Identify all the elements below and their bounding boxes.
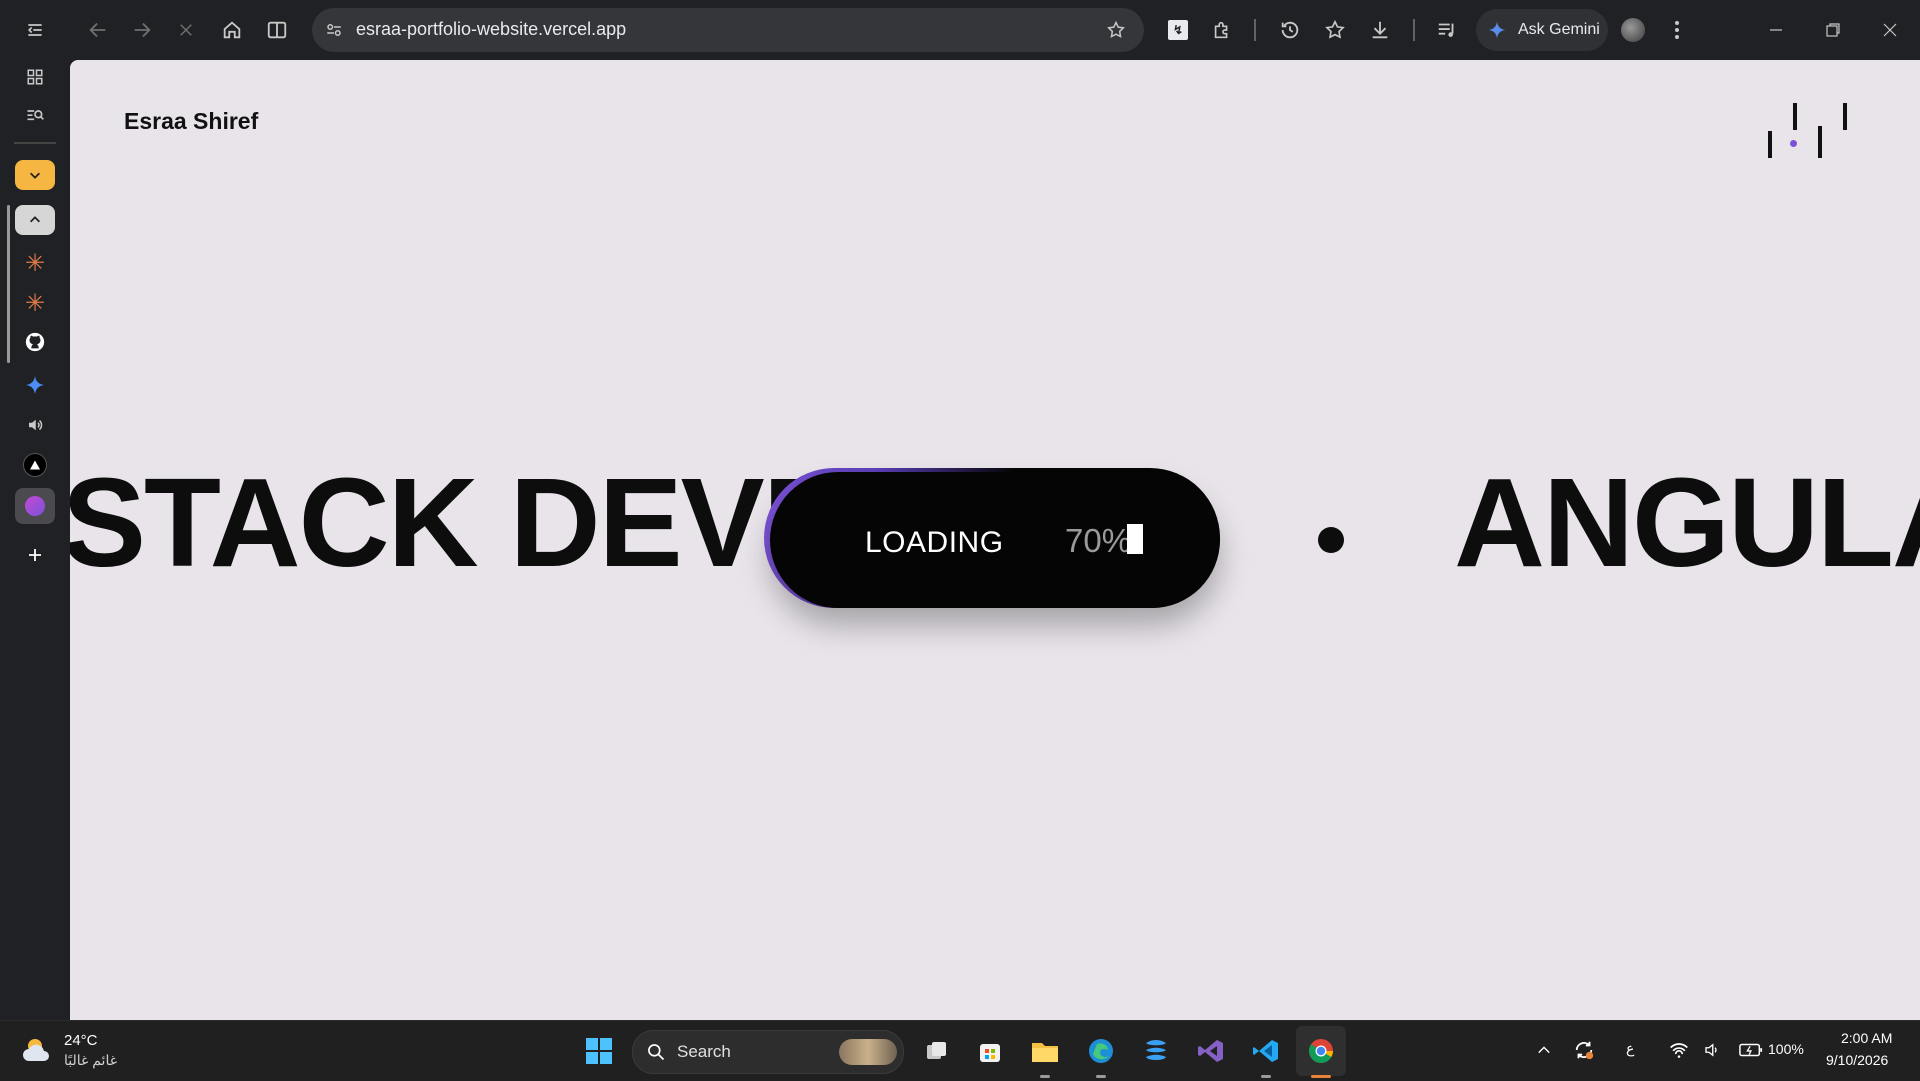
back-icon[interactable] bbox=[80, 12, 116, 48]
site-brand[interactable]: Esraa Shiref bbox=[124, 108, 258, 135]
loading-cursor bbox=[1127, 524, 1143, 554]
tab-group-collapse-icon[interactable] bbox=[15, 160, 55, 190]
address-bar[interactable]: esraa-portfolio-website.vercel.app bbox=[312, 8, 1144, 52]
marquee-separator-dot bbox=[1318, 527, 1344, 553]
restore-icon[interactable] bbox=[1815, 14, 1851, 46]
minimize-icon[interactable] bbox=[1758, 14, 1794, 46]
browser-toolbar: esraa-portfolio-website.vercel.app ↯ Ask… bbox=[0, 0, 1920, 60]
tab-group-indicator bbox=[7, 205, 10, 363]
claude-tab-icon-2[interactable]: ✳ bbox=[20, 288, 50, 318]
keyboard-language[interactable]: ع bbox=[1626, 1040, 1634, 1057]
search-placeholder: Search bbox=[677, 1042, 731, 1061]
profile-avatar[interactable] bbox=[1618, 15, 1648, 45]
loading-label: LOADING bbox=[865, 526, 1004, 559]
github-tab-icon[interactable] bbox=[20, 327, 50, 357]
wifi-icon[interactable] bbox=[1664, 1035, 1694, 1065]
start-windows-icon[interactable] bbox=[580, 1032, 618, 1070]
bar-1 bbox=[1768, 131, 1772, 158]
url-text[interactable]: esraa-portfolio-website.vercel.app bbox=[356, 19, 626, 40]
favorites-icon[interactable] bbox=[1319, 14, 1351, 46]
bar-accent-dot bbox=[1790, 140, 1797, 147]
split-view-icon[interactable] bbox=[259, 12, 295, 48]
download-icon[interactable] bbox=[1364, 14, 1396, 46]
vercel-tab-icon[interactable] bbox=[20, 450, 50, 480]
extensions-puzzle-icon[interactable] bbox=[1206, 14, 1238, 46]
sync-icon[interactable] bbox=[1568, 1033, 1600, 1067]
stop-loading-icon[interactable] bbox=[168, 12, 204, 48]
visual-studio-icon[interactable] bbox=[1192, 1032, 1230, 1070]
search-tabs-icon[interactable] bbox=[18, 100, 52, 132]
battery-percent[interactable]: 100% bbox=[1768, 1041, 1804, 1057]
speaker-tab-icon[interactable] bbox=[20, 410, 50, 440]
close-icon[interactable] bbox=[1872, 14, 1908, 46]
toolbar-divider bbox=[1254, 19, 1256, 41]
home-icon[interactable] bbox=[214, 12, 250, 48]
edge-icon[interactable] bbox=[1082, 1032, 1120, 1070]
show-hidden-icons-icon[interactable] bbox=[1530, 1035, 1558, 1065]
search-icon bbox=[645, 1041, 667, 1063]
windows-taskbar: 24°C غائم غالبًا Search ع 100% 2:00 AM 9… bbox=[0, 1020, 1920, 1081]
battery-icon[interactable] bbox=[1736, 1035, 1766, 1065]
extension-icon[interactable]: ↯ bbox=[1162, 14, 1194, 46]
toolbar-divider bbox=[1413, 19, 1415, 41]
menu-bars-icon[interactable] bbox=[1768, 103, 1858, 159]
media-control-icon[interactable] bbox=[1431, 14, 1463, 46]
chrome-icon[interactable] bbox=[1302, 1032, 1340, 1070]
menu-dots-icon[interactable] bbox=[1662, 14, 1692, 46]
history-icon[interactable] bbox=[1274, 14, 1306, 46]
loading-percent: 70% bbox=[1065, 522, 1132, 559]
sidebar-divider bbox=[14, 142, 56, 144]
chrome-running-indicator bbox=[1311, 1075, 1331, 1078]
bar-2 bbox=[1793, 103, 1797, 130]
store-icon[interactable] bbox=[971, 1032, 1009, 1070]
bookmark-star-icon[interactable] bbox=[1100, 14, 1132, 46]
azure-data-studio-icon[interactable] bbox=[1137, 1032, 1175, 1070]
forward-icon[interactable] bbox=[124, 12, 160, 48]
file-explorer-icon[interactable] bbox=[1026, 1032, 1064, 1070]
search-highlight-image bbox=[839, 1039, 897, 1065]
edge-running-indicator bbox=[1096, 1075, 1106, 1078]
clock-date[interactable]: 9/10/2026 bbox=[1826, 1052, 1888, 1068]
taskbar-search[interactable]: Search bbox=[632, 1030, 904, 1074]
weather-temperature[interactable]: 24°C bbox=[64, 1032, 98, 1049]
ask-gemini-button[interactable]: Ask Gemini bbox=[1476, 9, 1608, 51]
page-viewport: Esraa Shiref STACK DEVE ANGULA LOADING 7… bbox=[70, 60, 1920, 1020]
marquee-text-left: STACK DEVE bbox=[70, 452, 847, 593]
workspaces-icon[interactable] bbox=[18, 61, 52, 93]
gemini-tab-icon[interactable] bbox=[20, 370, 50, 400]
active-tab-icon[interactable] bbox=[15, 488, 55, 524]
site-info-icon[interactable] bbox=[318, 14, 350, 46]
weather-icon[interactable] bbox=[18, 1031, 58, 1069]
collapse-sidebar-icon[interactable] bbox=[18, 14, 52, 46]
clock-time[interactable]: 2:00 AM bbox=[1841, 1030, 1892, 1046]
claude-tab-icon[interactable]: ✳ bbox=[20, 248, 50, 278]
vscode-icon[interactable] bbox=[1247, 1032, 1285, 1070]
browser-sidebar: ✳ ✳ bbox=[0, 0, 70, 1020]
bar-3 bbox=[1818, 126, 1822, 158]
file-explorer-running-indicator bbox=[1040, 1075, 1050, 1078]
gemini-sparkle-icon bbox=[1486, 19, 1508, 41]
ask-gemini-label: Ask Gemini bbox=[1518, 21, 1600, 38]
tab-group-expand-icon[interactable] bbox=[15, 205, 55, 235]
task-view-icon[interactable] bbox=[918, 1032, 956, 1070]
bar-4 bbox=[1843, 103, 1847, 130]
volume-icon[interactable] bbox=[1697, 1035, 1727, 1065]
new-tab-icon[interactable] bbox=[20, 540, 50, 570]
marquee-text-right: ANGULA bbox=[1454, 452, 1920, 593]
vscode-running-indicator bbox=[1261, 1075, 1271, 1078]
weather-status[interactable]: غائم غالبًا bbox=[64, 1052, 117, 1069]
